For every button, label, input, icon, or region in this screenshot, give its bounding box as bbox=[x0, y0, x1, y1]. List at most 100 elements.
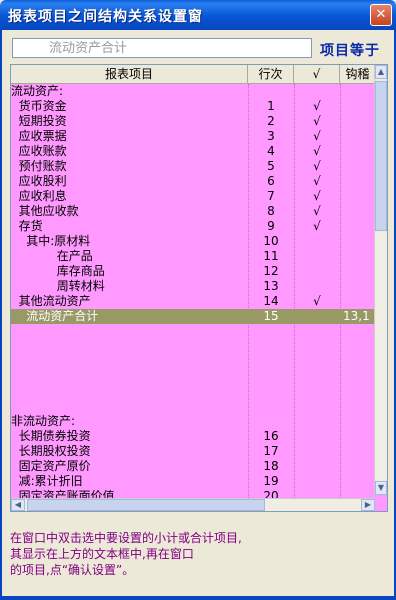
column-header-check[interactable]: √ bbox=[294, 65, 340, 83]
row-check-mark bbox=[294, 474, 340, 489]
row-number: 7 bbox=[267, 189, 275, 203]
row-number: 14 bbox=[263, 294, 279, 308]
horizontal-scrollbar[interactable]: ◀ ▶ bbox=[11, 498, 375, 511]
table-row[interactable]: 其中:原材料 10 bbox=[11, 234, 375, 249]
table-row[interactable] bbox=[11, 354, 375, 369]
table-row[interactable]: 应收利息 7 √ bbox=[11, 189, 375, 204]
row-number: 17 bbox=[263, 444, 279, 458]
row-number: 13 bbox=[263, 279, 279, 293]
table-row[interactable] bbox=[11, 369, 375, 384]
scroll-left-button[interactable]: ◀ bbox=[11, 499, 25, 511]
table-row[interactable]: 长期股权投资 17 bbox=[11, 444, 375, 459]
table-row[interactable] bbox=[11, 339, 375, 354]
table-row[interactable]: 应收账款 4 √ bbox=[11, 144, 375, 159]
row-check-mark: √ bbox=[313, 99, 321, 113]
grid-header: 报表项目 行次 √ 钩稽 bbox=[11, 65, 375, 84]
row-number: 16 bbox=[263, 429, 279, 443]
row-check-mark bbox=[294, 339, 340, 354]
arrow-right-icon: ▶ bbox=[364, 500, 372, 509]
row-item-name: 固定资产原价 bbox=[11, 459, 91, 473]
table-row[interactable]: 非流动资产: bbox=[11, 414, 375, 429]
arrow-left-icon: ◀ bbox=[14, 500, 22, 509]
row-item-name: 其他流动资产 bbox=[11, 294, 91, 308]
row-check-mark: √ bbox=[313, 174, 321, 188]
table-row[interactable]: 其他应收款 8 √ bbox=[11, 204, 375, 219]
row-check-mark bbox=[294, 279, 340, 294]
row-number bbox=[248, 84, 294, 99]
window-title: 报表项目之间结构关系设置窗 bbox=[8, 9, 203, 25]
row-check-mark bbox=[294, 444, 340, 459]
column-header-row-no[interactable]: 行次 bbox=[248, 65, 294, 83]
table-row[interactable]: 应收票据 3 √ bbox=[11, 129, 375, 144]
vertical-scrollbar[interactable]: ▲ ▼ bbox=[374, 65, 387, 495]
row-number: 19 bbox=[263, 474, 279, 488]
table-row[interactable]: 预付账款 5 √ bbox=[11, 159, 375, 174]
table-row[interactable] bbox=[11, 324, 375, 339]
column-header-item[interactable]: 报表项目 bbox=[11, 65, 248, 83]
row-check-mark: √ bbox=[313, 159, 321, 173]
table-row[interactable]: 存货 9 √ bbox=[11, 219, 375, 234]
row-item-name: 应收票据 bbox=[11, 129, 67, 143]
table-row[interactable]: 短期投资 2 √ bbox=[11, 114, 375, 129]
row-link-ref bbox=[340, 114, 375, 129]
table-row[interactable]: 库存商品 12 bbox=[11, 264, 375, 279]
row-check-mark: √ bbox=[313, 189, 321, 203]
row-item-name: 其中:原材料 bbox=[11, 234, 91, 248]
row-link-ref bbox=[340, 384, 375, 399]
table-row[interactable] bbox=[11, 384, 375, 399]
table-row[interactable]: 流动资产: bbox=[11, 84, 375, 99]
row-number: 3 bbox=[267, 129, 275, 143]
column-header-link[interactable]: 钩稽 bbox=[340, 65, 375, 83]
row-check-mark bbox=[294, 384, 340, 399]
row-check-mark: √ bbox=[313, 294, 321, 308]
structure-grid[interactable]: 报表项目 行次 √ 钩稽 流动资产: 货币资金 1 √ 短期投资 2 √ 应收票据 3 √ … bbox=[10, 64, 388, 512]
equals-label: 项目等于 bbox=[320, 43, 380, 59]
row-item-name: 应收账款 bbox=[11, 144, 67, 158]
subtotal-field[interactable]: 流动资产合计 bbox=[12, 38, 312, 58]
row-link-ref bbox=[340, 414, 375, 429]
horizontal-scroll-thumb[interactable] bbox=[27, 499, 265, 511]
table-row[interactable]: 应收股利 6 √ bbox=[11, 174, 375, 189]
scroll-right-button[interactable]: ▶ bbox=[361, 499, 375, 511]
row-link-ref bbox=[340, 339, 375, 354]
close-button[interactable]: ✕ bbox=[370, 4, 392, 26]
row-number: 6 bbox=[267, 174, 275, 188]
row-number bbox=[248, 414, 294, 429]
table-row[interactable]: 流动资产合计 15 13,1 bbox=[11, 309, 375, 324]
row-link-ref bbox=[340, 264, 375, 279]
table-row[interactable]: 在产品 11 bbox=[11, 249, 375, 264]
row-check-mark bbox=[294, 264, 340, 279]
row-item-name bbox=[11, 384, 248, 399]
table-row[interactable]: 减:累计折旧 19 bbox=[11, 474, 375, 489]
row-item-name: 流动资产: bbox=[11, 84, 64, 98]
row-link-ref bbox=[340, 249, 375, 264]
row-link-ref bbox=[340, 444, 375, 459]
row-item-name: 库存商品 bbox=[11, 264, 105, 278]
row-check-mark bbox=[294, 429, 340, 444]
table-row[interactable]: 周转材料 13 bbox=[11, 279, 375, 294]
row-link-ref bbox=[340, 429, 375, 444]
scroll-down-button[interactable]: ▼ bbox=[375, 481, 387, 495]
row-item-name: 非流动资产: bbox=[11, 414, 76, 428]
row-check-mark: √ bbox=[313, 144, 321, 158]
row-item-name: 预付账款 bbox=[11, 159, 67, 173]
table-row[interactable] bbox=[11, 399, 375, 414]
row-number: 8 bbox=[267, 204, 275, 218]
scroll-up-button[interactable]: ▲ bbox=[375, 65, 387, 79]
row-item-name: 在产品 bbox=[11, 249, 93, 263]
row-check-mark: √ bbox=[313, 114, 321, 128]
instruction-text: 在窗口中双击选中要设置的小计或合计项目, 其显示在上方的文本框中,再在窗口 的项… bbox=[10, 530, 386, 578]
vertical-scroll-thumb[interactable] bbox=[375, 81, 387, 231]
row-link-ref bbox=[340, 369, 375, 384]
table-row[interactable]: 货币资金 1 √ bbox=[11, 99, 375, 114]
row-link-ref bbox=[340, 219, 375, 234]
table-row[interactable]: 其他流动资产 14 √ bbox=[11, 294, 375, 309]
row-number bbox=[248, 324, 294, 339]
row-link-ref bbox=[340, 234, 375, 249]
row-item-name bbox=[11, 354, 248, 369]
instruction-line: 的项目,点“确认设置”。 bbox=[10, 563, 135, 577]
row-number bbox=[248, 384, 294, 399]
row-number bbox=[248, 369, 294, 384]
table-row[interactable]: 固定资产原价 18 bbox=[11, 459, 375, 474]
table-row[interactable]: 长期债券投资 16 bbox=[11, 429, 375, 444]
